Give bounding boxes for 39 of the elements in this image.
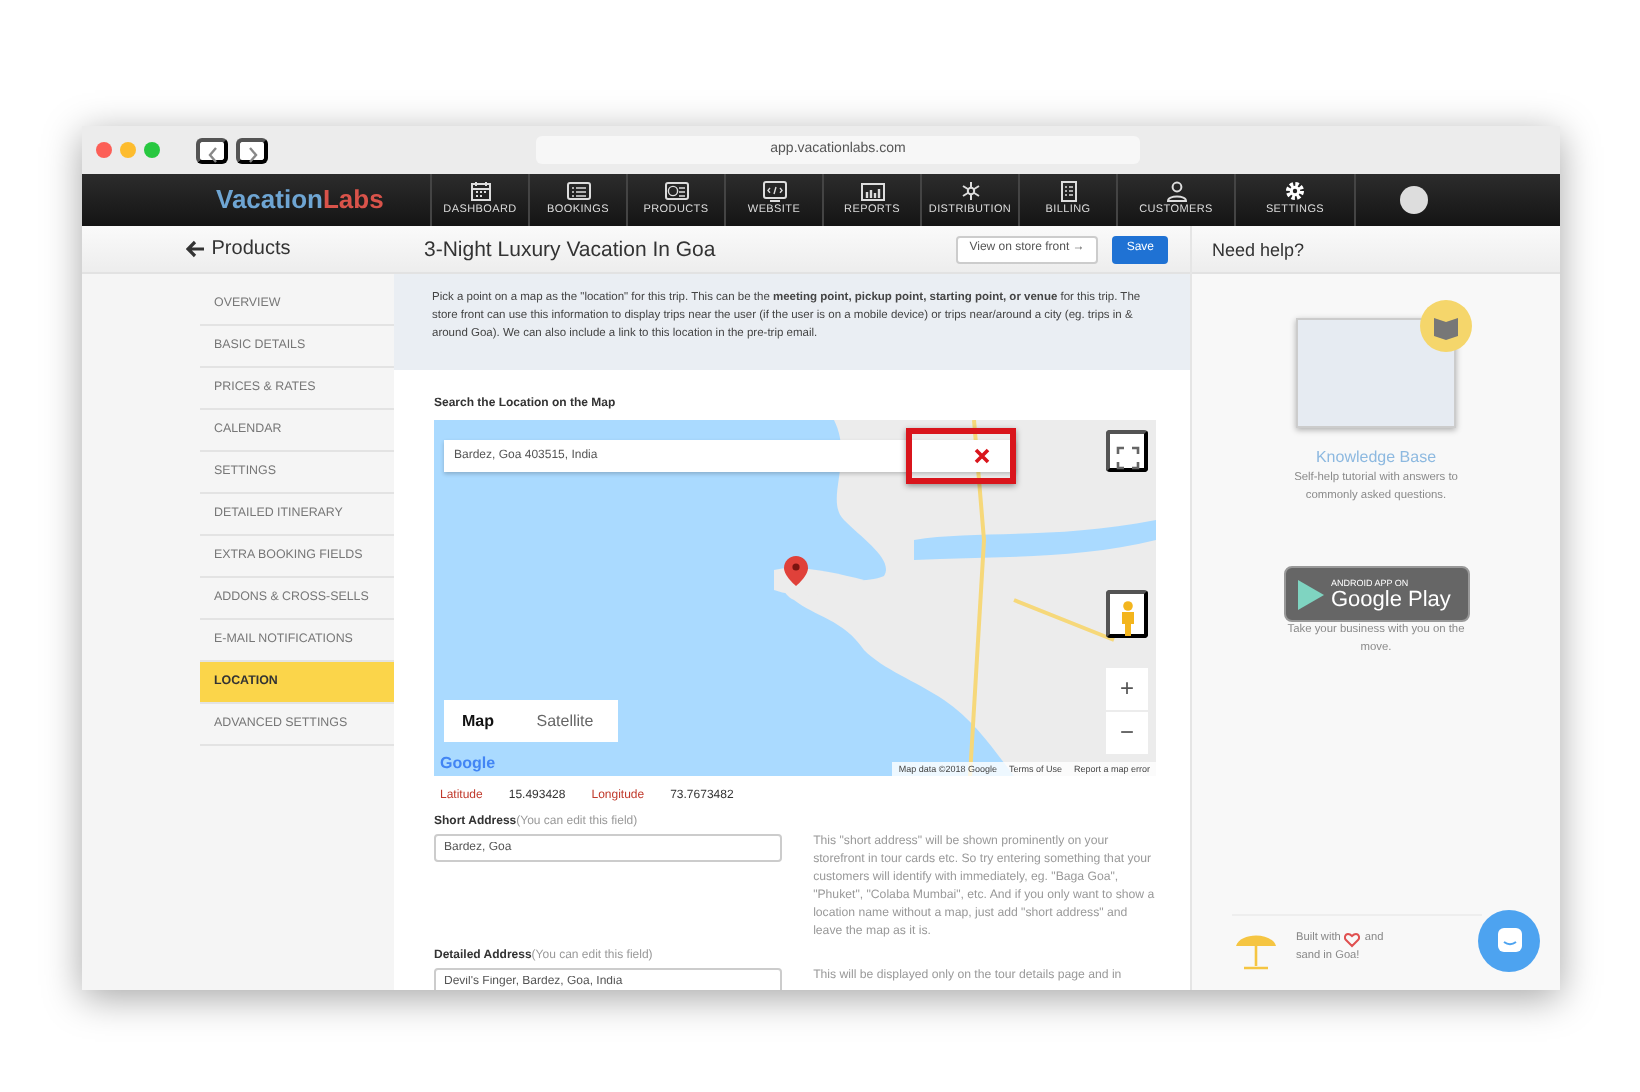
- clear-icon[interactable]: [974, 448, 990, 464]
- document-icon: [1055, 180, 1081, 202]
- fullscreen-button[interactable]: [1106, 430, 1148, 472]
- window-control-dot[interactable]: [96, 142, 112, 158]
- chart-icon: [859, 180, 885, 202]
- back-button[interactable]: [196, 137, 228, 163]
- play-icon: [1297, 579, 1323, 609]
- logo-text: Labs: [322, 184, 384, 214]
- pegman-icon: [1117, 599, 1137, 636]
- zoom-out-button[interactable]: −: [1106, 712, 1148, 754]
- gear-icon: [1282, 180, 1308, 202]
- map-type-tab[interactable]: Satellite: [512, 700, 618, 742]
- street-view-button[interactable]: [1106, 590, 1148, 638]
- badge-title: Google Play: [1331, 587, 1451, 611]
- screenshot-thumbnail[interactable]: [1296, 318, 1456, 428]
- list-icon: [565, 180, 591, 202]
- panel-title: Need help?: [1210, 238, 1307, 264]
- page-title: 3-Night Luxury Vacation In Goa: [422, 235, 718, 265]
- globe-icon: [663, 180, 689, 202]
- snowflake-icon: [957, 180, 983, 202]
- window-control-dot[interactable]: [120, 142, 136, 158]
- google-logo: Google: [440, 752, 496, 776]
- fullscreen-icon: [1115, 445, 1139, 470]
- chevron-left-icon[interactable]: [205, 145, 219, 164]
- code-icon: [761, 180, 787, 202]
- person-icon: [1163, 180, 1189, 202]
- window-control-dot[interactable]: [144, 142, 160, 158]
- zoom-in-button[interactable]: +: [1106, 668, 1148, 710]
- logo-text: Vacation: [216, 184, 323, 214]
- back-arrow-icon[interactable]: [185, 240, 204, 258]
- book-icon: [1420, 300, 1472, 352]
- chat-icon: [1495, 926, 1523, 955]
- map-type-tab[interactable]: Map: [444, 700, 512, 742]
- map-pin-icon[interactable]: [784, 556, 808, 586]
- heart-icon: [1344, 931, 1361, 947]
- calendar-icon: [467, 180, 493, 202]
- forward-button[interactable]: [236, 137, 268, 163]
- avatar[interactable]: [1400, 186, 1428, 214]
- chevron-right-icon[interactable]: [245, 145, 259, 164]
